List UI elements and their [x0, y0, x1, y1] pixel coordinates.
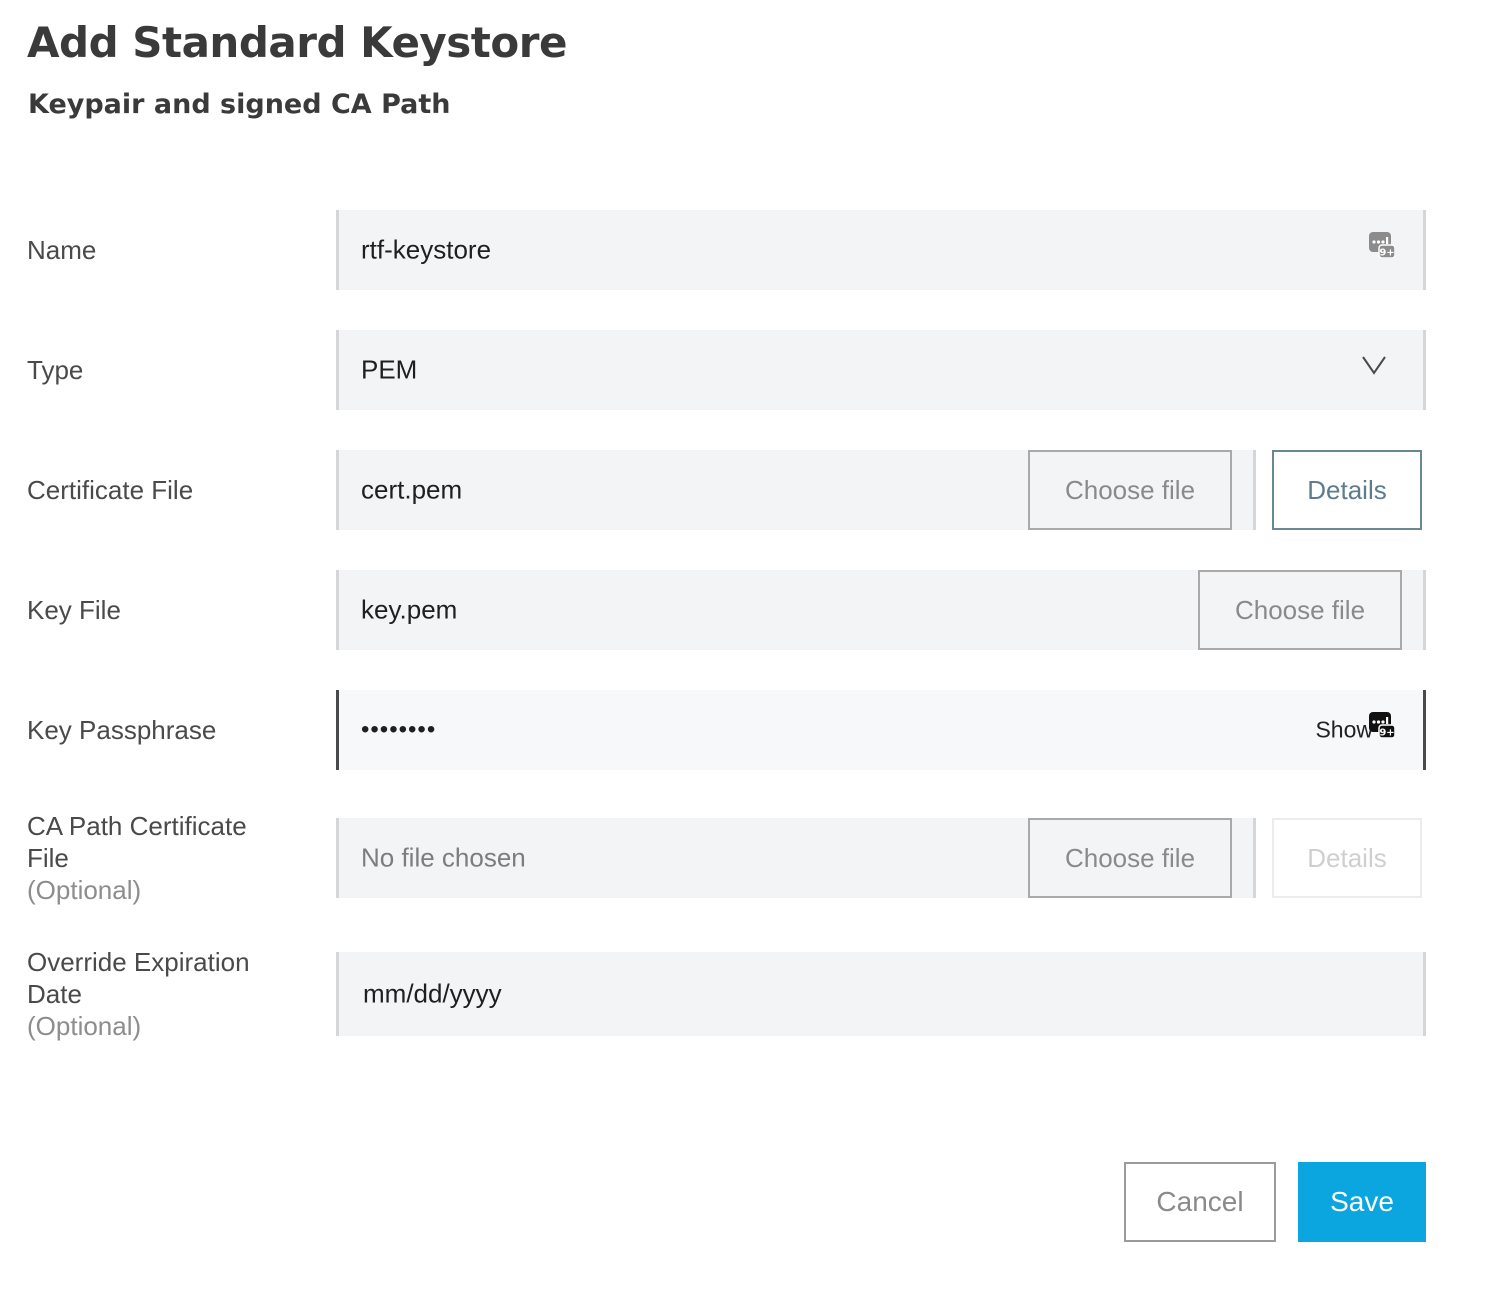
ca-path-certificate-value: No file chosen [361, 842, 526, 873]
certificate-choose-file-button[interactable]: Choose file [1028, 450, 1232, 530]
key-file-field: key.pem Choose file [336, 570, 1426, 650]
page-title: Add Standard Keystore [27, 18, 567, 67]
svg-text:9+: 9+ [1379, 248, 1394, 259]
key-choose-file-button[interactable]: Choose file [1198, 570, 1402, 650]
name-label: Name [27, 235, 97, 265]
expiration-date-value: mm/dd/yyyy [363, 978, 502, 1009]
type-select[interactable]: PEM [336, 330, 1426, 410]
type-label: Type [27, 355, 84, 385]
ca-path-optional-hint: (Optional) [27, 875, 142, 905]
cancel-button[interactable]: Cancel [1124, 1162, 1276, 1242]
key-passphrase-value: •••••••• [361, 716, 437, 743]
key-file-label: Key File [27, 595, 121, 625]
chevron-down-icon [1362, 356, 1386, 375]
certificate-file-value: cert.pem [361, 474, 463, 505]
ca-path-label-line1: CA Path Certificate [27, 811, 247, 841]
override-expiration-label-line1: Override Expiration [27, 947, 250, 977]
override-expiration-optional-hint: (Optional) [27, 1011, 142, 1041]
ca-path-certificate-field: No file chosen Choose file [336, 818, 1256, 898]
name-value: rtf-keystore [361, 234, 492, 265]
show-password-toggle[interactable]: Show [1315, 717, 1373, 744]
certificate-details-button[interactable]: Details [1272, 450, 1422, 530]
name-input[interactable]: rtf-keystore 9+ [336, 210, 1426, 290]
key-file-value: key.pem [361, 594, 458, 625]
password-manager-icon[interactable]: 9+ [1369, 232, 1395, 258]
page-subtitle: Keypair and signed CA Path [28, 89, 451, 120]
certificate-file-label: Certificate File [27, 475, 194, 505]
override-expiration-label-line2: Date [27, 979, 82, 1009]
ca-path-details-button: Details [1272, 818, 1422, 898]
svg-text:9+: 9+ [1379, 728, 1394, 739]
ca-path-certificate-label: CA Path Certificate File (Optional) [27, 810, 247, 906]
save-button[interactable]: Save [1298, 1162, 1426, 1242]
key-passphrase-label: Key Passphrase [27, 715, 217, 745]
ca-path-choose-file-button[interactable]: Choose file [1028, 818, 1232, 898]
expiration-date-input[interactable]: mm/dd/yyyy [336, 952, 1426, 1036]
type-selected-value: PEM [361, 354, 418, 385]
password-manager-icon[interactable]: 9+ [1369, 712, 1395, 738]
ca-path-label-line2: File [27, 843, 69, 873]
key-passphrase-input[interactable]: •••••••• Show 9+ [336, 690, 1426, 770]
certificate-file-field: cert.pem Choose file [336, 450, 1256, 530]
override-expiration-label: Override Expiration Date (Optional) [27, 946, 250, 1042]
